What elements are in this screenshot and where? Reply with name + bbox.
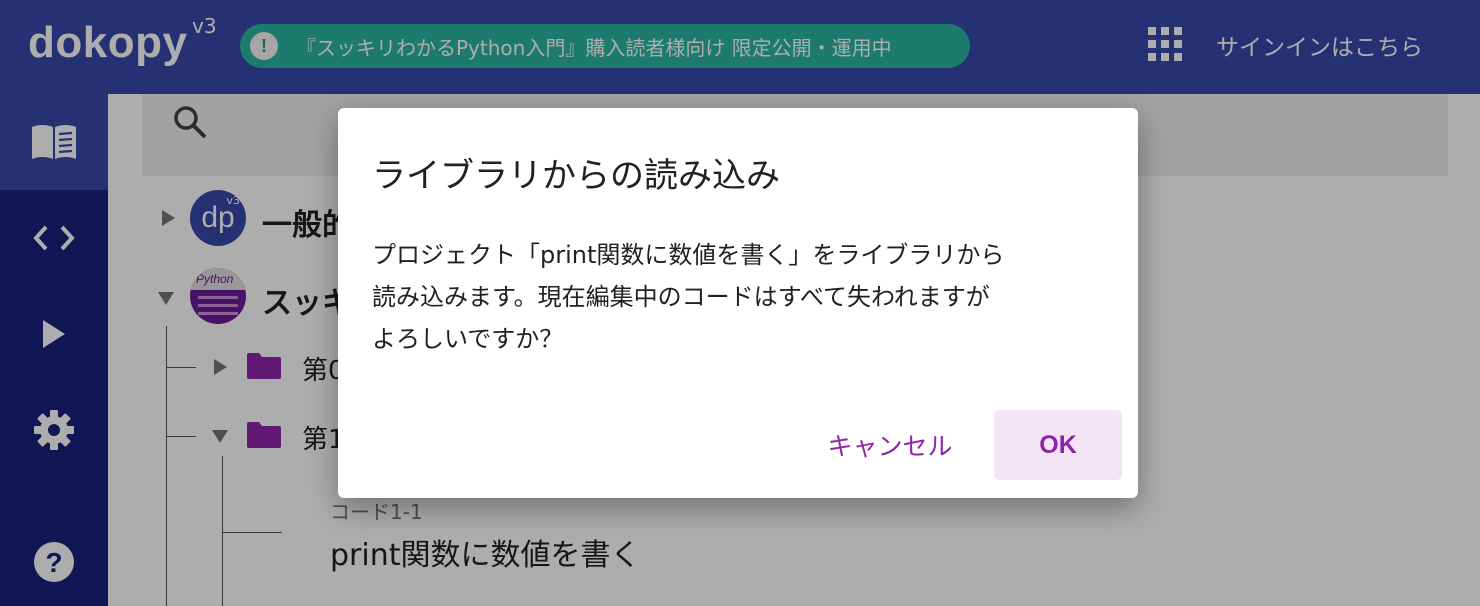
dialog-body: プロジェクト「print関数に数値を書く」をライブラリから 読み込みます。現在編…: [372, 234, 1112, 360]
cancel-button[interactable]: キャンセル: [808, 410, 972, 480]
dialog-body-line: プロジェクト「print関数に数値を書く」をライブラリから: [372, 241, 1005, 269]
dialog-body-line: よろしいですか？: [372, 325, 564, 353]
dialog-body-line: 読み込みます。現在編集中のコードはすべて失われますが: [372, 283, 990, 311]
ok-button[interactable]: OK: [994, 410, 1122, 480]
confirm-dialog: ライブラリからの読み込み プロジェクト「print関数に数値を書く」をライブラリ…: [338, 108, 1138, 498]
dialog-title: ライブラリからの読み込み: [372, 156, 780, 196]
